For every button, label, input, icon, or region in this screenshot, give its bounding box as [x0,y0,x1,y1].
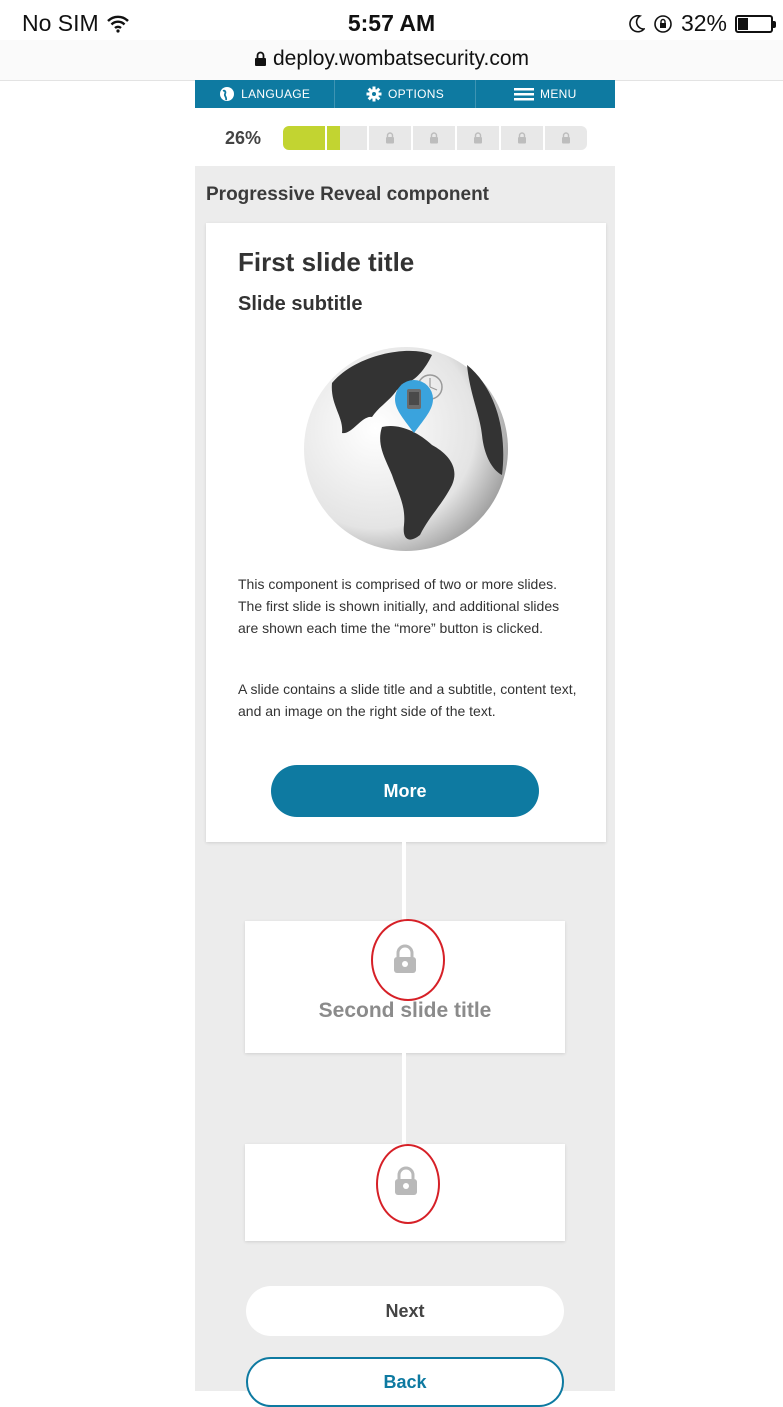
hamburger-icon [514,88,535,101]
padlock-icon [562,132,570,144]
menu-label: MENU [540,87,577,101]
padlock-icon [474,132,482,144]
padlock-icon [430,132,438,144]
url-text: deploy.wombatsecurity.com [273,47,529,70]
slide-card-1: First slide title Slide subtitle This co [206,223,606,842]
component-title: Progressive Reveal component [206,184,489,205]
battery-percent: 32% [680,10,727,36]
address-bar[interactable]: deploy.wombatsecurity.com [0,40,783,81]
slide-body-paragraph-2: A slide contains a slide title and a sub… [238,681,577,719]
more-button[interactable]: More [271,765,539,817]
globe-icon [220,87,235,101]
slide-card-3-locked [245,1144,565,1241]
progress-segment-locked [545,126,587,150]
slide-card-2-locked: Second slide title [245,919,565,1053]
language-button[interactable]: LANGUAGE [195,80,336,108]
globe-illustration [304,347,508,551]
language-label: LANGUAGE [241,87,311,101]
menu-button[interactable]: MENU [476,80,615,108]
progress-segment-complete [283,126,325,150]
slide-title: First slide title [238,247,415,277]
slide-body-paragraph-1: This component is comprised of two or mo… [238,576,560,636]
padlock-icon [518,132,526,144]
padlock-icon [386,132,394,144]
progress-segment-locked [501,126,543,150]
progress-segment-current-fill [327,126,340,150]
padlock-icon [394,944,416,973]
progress-segment-locked [457,126,499,150]
gear-icon [366,86,382,102]
progress-segment-locked [327,126,367,150]
battery-icon [735,14,776,33]
course-navbar: LANGUAGE OPTIONS MENU [195,80,615,108]
padlock-icon [395,1166,417,1195]
next-button[interactable]: Next [246,1286,564,1336]
rotation-lock-icon [654,14,672,33]
connector-line [402,1053,406,1144]
progress-segment-locked [369,126,411,150]
options-button[interactable]: OPTIONS [335,80,476,108]
progress-segment-locked [413,126,455,150]
status-right: 32% [629,10,776,37]
moon-icon [629,14,645,33]
locked-slide-lock [391,1165,421,1197]
progress-percent: 26% [225,128,262,148]
progress-bar [283,126,594,150]
back-button[interactable]: Back [246,1357,564,1407]
locked-slide-title: Second slide title [318,999,492,1022]
slide-subtitle: Slide subtitle [238,293,363,315]
connector-line [402,842,406,921]
lock-icon [255,52,266,67]
locked-slide-lock [390,943,420,975]
options-label: OPTIONS [387,87,445,101]
course-content: LANGUAGE OPTIONS MENU 26% Progressive Re… [195,80,615,1407]
